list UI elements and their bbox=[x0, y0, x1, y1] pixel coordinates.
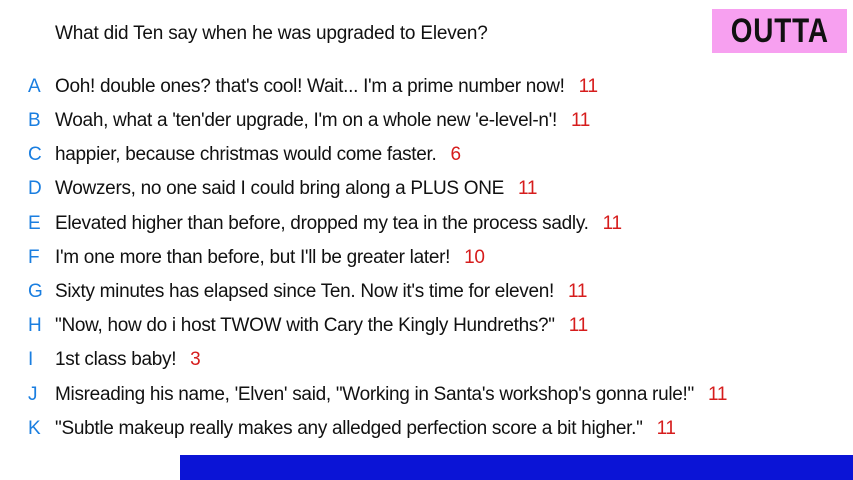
response-word-count: 11 bbox=[518, 178, 538, 199]
bottom-bar bbox=[180, 455, 853, 480]
prompt-text: What did Ten say when he was upgraded to… bbox=[55, 23, 488, 44]
response-word-count: 11 bbox=[568, 315, 588, 336]
outta-badge: OUTTA bbox=[712, 9, 847, 53]
response-text: Elevated higher than before, dropped my … bbox=[55, 213, 589, 234]
response-text: Sixty minutes has elapsed since Ten. Now… bbox=[55, 281, 554, 302]
response-word-count: 11 bbox=[602, 213, 622, 234]
response-word-count: 6 bbox=[450, 144, 461, 165]
response-text: 1st class baby! bbox=[55, 349, 177, 370]
response-text: "Subtle makeup really makes any alledged… bbox=[55, 418, 643, 439]
response-letter: C bbox=[28, 144, 42, 165]
response-text: Wowzers, no one said I could bring along… bbox=[55, 178, 505, 199]
response-text: Misreading his name, 'Elven' said, "Work… bbox=[55, 384, 694, 405]
response-letter: D bbox=[28, 178, 42, 199]
response-word-count: 11 bbox=[656, 418, 676, 439]
response-letter: G bbox=[28, 281, 43, 302]
response-word-count: 11 bbox=[578, 76, 598, 97]
response-text: "Now, how do i host TWOW with Cary the K… bbox=[55, 315, 555, 336]
response-text: Ooh! double ones? that's cool! Wait... I… bbox=[55, 76, 565, 97]
response-word-count: 11 bbox=[567, 281, 588, 302]
response-letter: H bbox=[28, 315, 42, 336]
response-word-count: 10 bbox=[464, 247, 485, 268]
response-text: I'm one more than before, but I'll be gr… bbox=[55, 247, 451, 268]
response-letter: B bbox=[28, 110, 41, 131]
response-word-count: 11 bbox=[707, 384, 728, 405]
response-letter: F bbox=[28, 247, 40, 268]
response-letter: I bbox=[28, 349, 34, 370]
response-text: Woah, what a 'ten'der upgrade, I'm on a … bbox=[55, 110, 557, 131]
response-word-count: 11 bbox=[570, 110, 591, 131]
response-letter: J bbox=[28, 384, 38, 405]
response-letter: K bbox=[28, 418, 41, 439]
response-letter: E bbox=[28, 213, 41, 234]
outta-badge-label: OUTTA bbox=[730, 11, 829, 50]
response-letter: A bbox=[28, 76, 41, 97]
response-text: happier, because christmas would come fa… bbox=[55, 144, 437, 165]
response-word-count: 3 bbox=[190, 349, 201, 370]
